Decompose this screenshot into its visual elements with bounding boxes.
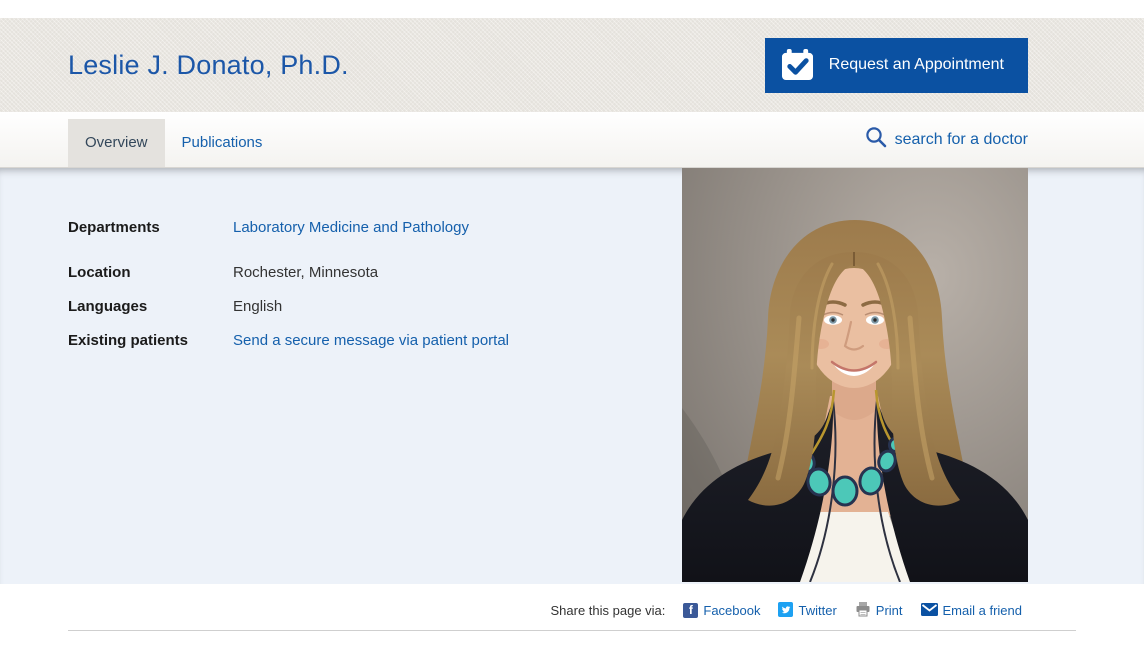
email-icon bbox=[921, 603, 938, 619]
existing-patients-label: Existing patients bbox=[68, 332, 233, 350]
request-appointment-button[interactable]: Request an Appointment bbox=[765, 38, 1028, 93]
share-email-link[interactable]: Email a friend bbox=[921, 603, 1022, 619]
profile-content: Departments Laboratory Medicine and Path… bbox=[0, 168, 1144, 584]
share-email-label: Email a friend bbox=[943, 603, 1022, 618]
share-facebook-link[interactable]: f Facebook bbox=[683, 603, 760, 618]
doctor-search-link[interactable]: search for a doctor bbox=[865, 126, 1028, 153]
share-facebook-label: Facebook bbox=[703, 603, 760, 618]
patient-portal-link[interactable]: Send a secure message via patient portal bbox=[233, 332, 509, 350]
facebook-icon: f bbox=[683, 603, 698, 618]
top-strip bbox=[0, 0, 1144, 18]
footer-divider bbox=[68, 630, 1076, 631]
masthead: Leslie J. Donato, Ph.D. Request an Appoi… bbox=[0, 18, 1144, 112]
profile-info: Departments Laboratory Medicine and Path… bbox=[68, 168, 682, 584]
search-label: search for a doctor bbox=[895, 131, 1028, 149]
doctor-profile-page: Leslie J. Donato, Ph.D. Request an Appoi… bbox=[0, 0, 1144, 652]
page-footer: Share this page via: f Facebook Twitter bbox=[0, 584, 1144, 652]
print-icon bbox=[855, 601, 871, 620]
departments-label: Departments bbox=[68, 219, 233, 237]
languages-value: English bbox=[233, 298, 282, 316]
share-twitter-label: Twitter bbox=[798, 603, 836, 618]
search-icon bbox=[865, 126, 887, 153]
departments-link[interactable]: Laboratory Medicine and Pathology bbox=[233, 219, 469, 237]
request-appointment-label: Request an Appointment bbox=[829, 56, 1004, 74]
location-value: Rochester, Minnesota bbox=[233, 264, 378, 282]
twitter-icon bbox=[778, 602, 793, 620]
share-bar: Share this page via: f Facebook Twitter bbox=[68, 601, 1076, 620]
location-label: Location bbox=[68, 264, 233, 282]
tab-bar: Overview Publications search for a docto… bbox=[0, 112, 1144, 168]
info-row-location: Location Rochester, Minnesota bbox=[68, 264, 682, 282]
calendar-check-icon bbox=[781, 49, 814, 81]
share-print-label: Print bbox=[876, 603, 903, 618]
info-row-languages: Languages English bbox=[68, 298, 682, 316]
share-label: Share this page via: bbox=[550, 603, 665, 618]
page-title: Leslie J. Donato, Ph.D. bbox=[68, 50, 349, 81]
info-row-departments: Departments Laboratory Medicine and Path… bbox=[68, 219, 682, 237]
tab-overview[interactable]: Overview bbox=[68, 119, 165, 167]
doctor-portrait-photo bbox=[682, 168, 1028, 582]
tab-publications[interactable]: Publications bbox=[165, 119, 280, 167]
languages-label: Languages bbox=[68, 298, 233, 316]
info-row-existing-patients: Existing patients Send a secure message … bbox=[68, 332, 682, 350]
share-twitter-link[interactable]: Twitter bbox=[778, 602, 836, 620]
share-print-link[interactable]: Print bbox=[855, 601, 903, 620]
